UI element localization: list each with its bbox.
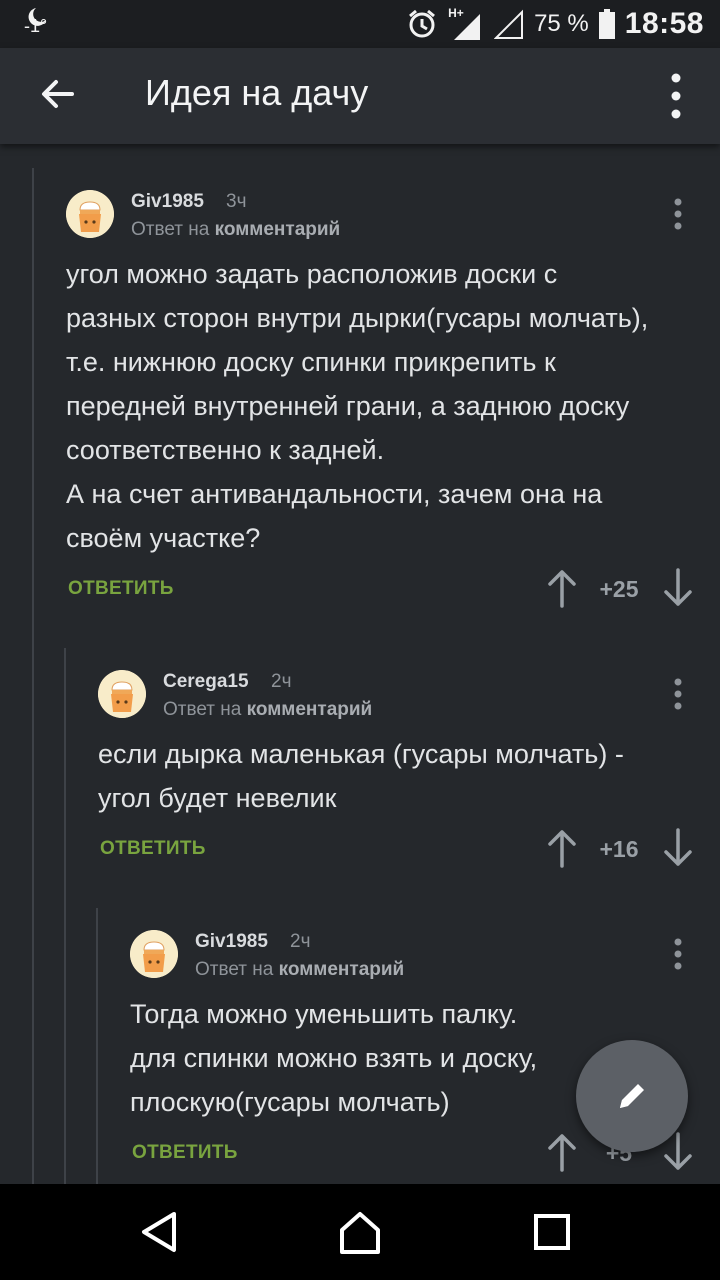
arrow-back-icon[interactable]	[30, 68, 86, 124]
back-triangle-icon[interactable]	[130, 1202, 190, 1262]
chef-avatar-icon	[130, 930, 178, 978]
app-bar: Идея на дачу	[0, 48, 720, 144]
system-navigation-bar	[0, 1184, 720, 1280]
status-bar: -1° H+ 75 % 18:58	[0, 0, 720, 48]
reply-button[interactable]: ОТВЕТИТЬ	[132, 1142, 238, 1164]
arrow-down-icon[interactable]	[662, 828, 694, 868]
comment-username[interactable]: Giv1985	[195, 931, 268, 953]
avatar[interactable]	[98, 670, 146, 718]
page-title: Идея на дачу	[145, 72, 369, 113]
reply-prefix: Ответ на	[163, 699, 242, 720]
arrow-up-icon[interactable]	[546, 568, 578, 608]
battery-percent: 75 %	[534, 10, 589, 37]
reply-target-link[interactable]: комментарий	[247, 699, 373, 720]
arrow-down-icon[interactable]	[662, 568, 694, 608]
more-vert-icon[interactable]	[666, 934, 690, 974]
avatar[interactable]	[130, 930, 178, 978]
reply-info: Ответ на комментарий	[163, 699, 372, 721]
reply-button[interactable]: ОТВЕТИТЬ	[100, 838, 206, 860]
comment-username[interactable]: Cerega15	[163, 671, 249, 693]
comment-text: угол можно задать расположив доски с раз…	[66, 259, 649, 553]
reply-info: Ответ на комментарий	[131, 219, 340, 241]
comment-username[interactable]: Giv1985	[131, 191, 204, 213]
reply-prefix: Ответ на	[131, 219, 210, 240]
vote-score: +16	[599, 836, 639, 862]
recents-icon[interactable]	[522, 1202, 582, 1262]
comments-thread[interactable]: Giv1985 3ч Ответ на комментарий угол мож…	[0, 144, 720, 1184]
pencil-icon	[620, 1084, 644, 1108]
reply-target-link[interactable]: комментарий	[279, 959, 405, 980]
arrow-up-icon[interactable]	[546, 1132, 578, 1172]
more-vert-icon[interactable]	[656, 68, 696, 124]
reply-target-link[interactable]: комментарий	[215, 219, 341, 240]
signal-icon: H+	[448, 4, 484, 44]
comment: Giv1985 3ч Ответ на комментарий угол мож…	[0, 144, 720, 624]
arrow-up-icon[interactable]	[546, 828, 578, 868]
comment: Cerega15 2ч Ответ на комментарий если ды…	[0, 624, 720, 884]
clock-text: 18:58	[624, 7, 704, 40]
temperature-text: -1°	[24, 16, 48, 36]
home-icon[interactable]	[330, 1202, 390, 1262]
more-vert-icon[interactable]	[666, 674, 690, 714]
reply-info: Ответ на комментарий	[195, 959, 404, 981]
alarm-icon	[409, 9, 436, 38]
comment-time: 2ч	[271, 671, 292, 692]
comment-time: 3ч	[226, 191, 247, 212]
chef-avatar-icon	[98, 670, 146, 718]
comment-text: если дырка маленькая (гусары молчать) - …	[98, 739, 624, 813]
reply-button[interactable]: ОТВЕТИТЬ	[68, 578, 174, 600]
write-comment-button[interactable]	[576, 1040, 688, 1152]
signal-empty-icon	[494, 9, 524, 39]
comment-time: 2ч	[290, 931, 311, 952]
avatar[interactable]	[66, 190, 114, 238]
battery-icon	[598, 9, 615, 39]
reply-prefix: Ответ на	[195, 959, 274, 980]
more-vert-icon[interactable]	[666, 194, 690, 234]
vote-score: +25	[599, 576, 639, 602]
chef-avatar-icon	[66, 190, 114, 238]
